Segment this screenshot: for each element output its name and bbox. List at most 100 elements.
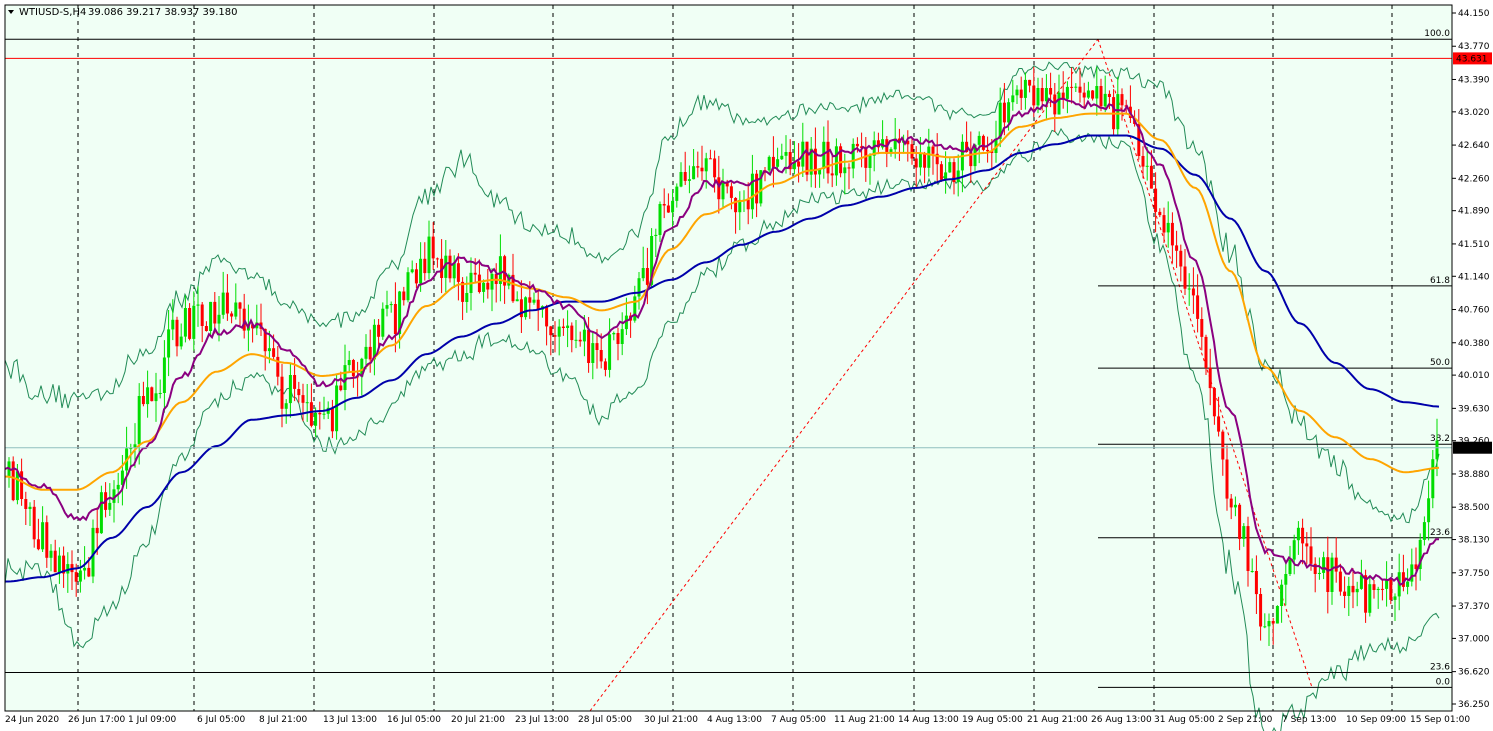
candle-body xyxy=(1019,89,1023,98)
time-tick-label[interactable]: 4 Aug 13:00 xyxy=(707,715,762,725)
price-tick-label[interactable]: 40.760 xyxy=(1458,306,1490,316)
price-tick-label[interactable]: 41.140 xyxy=(1458,272,1490,282)
candle-body xyxy=(524,297,528,318)
candle-body xyxy=(137,396,141,445)
candle-body xyxy=(603,361,607,370)
price-tick-label[interactable]: 39.630 xyxy=(1458,404,1490,414)
time-tick-label[interactable]: 26 Jun 17:00 xyxy=(68,715,125,725)
candle-body xyxy=(351,360,355,377)
candle-body xyxy=(45,522,49,558)
time-tick-label[interactable]: 14 Aug 13:00 xyxy=(898,715,959,725)
candle-body xyxy=(755,173,759,204)
time-tick-label[interactable]: 11 Aug 21:00 xyxy=(834,715,895,725)
candle-body xyxy=(1330,557,1334,592)
time-tick-label[interactable]: 1 Jul 09:00 xyxy=(128,715,177,725)
candle-body xyxy=(729,186,733,198)
candle-body xyxy=(280,376,284,409)
candle-body xyxy=(53,550,57,573)
price-chart[interactable]: 100.061.850.038.223.623.60.0 43.63139.18… xyxy=(0,0,1493,731)
candle-body xyxy=(1007,102,1011,123)
price-tick-label[interactable]: 39.260 xyxy=(1458,437,1490,447)
candle-body xyxy=(1204,336,1208,368)
price-tick-label[interactable]: 36.250 xyxy=(1458,700,1490,710)
time-axis[interactable]: 24 Jun 2020 26 Jun 17:00 1 Jul 09:00 6 Jul … xyxy=(5,715,1470,725)
candle-body xyxy=(1187,288,1191,290)
candle-body xyxy=(532,299,536,303)
time-tick-label[interactable]: 8 Jul 21:00 xyxy=(259,715,308,725)
time-tick-label[interactable]: 2 Sep 21:00 xyxy=(1218,715,1273,725)
candle-body xyxy=(335,385,339,432)
candle-body xyxy=(797,161,801,167)
candle-body xyxy=(1242,526,1246,539)
time-tick-label[interactable]: 24 Jun 2020 xyxy=(5,715,59,725)
price-tick-label[interactable]: 38.880 xyxy=(1458,470,1490,480)
candle-body xyxy=(95,527,99,534)
time-tick-label[interactable]: 21 Aug 21:00 xyxy=(1027,715,1088,725)
price-tick-label[interactable]: 44.150 xyxy=(1458,9,1490,19)
candle-body xyxy=(385,305,389,309)
price-tick-label[interactable]: 40.380 xyxy=(1458,339,1490,349)
time-tick-label[interactable]: 15 Sep 01:00 xyxy=(1410,715,1470,725)
price-tick-label[interactable]: 41.890 xyxy=(1458,207,1490,217)
candle-body xyxy=(314,412,318,426)
candle-body xyxy=(150,387,154,402)
candle-body xyxy=(28,506,32,509)
price-tick-label[interactable]: 41.510 xyxy=(1458,240,1490,250)
candle-body xyxy=(843,167,847,174)
time-tick-label[interactable]: 28 Jul 05:00 xyxy=(578,715,632,725)
time-tick-label[interactable]: 7 Aug 05:00 xyxy=(771,715,826,725)
candle-body xyxy=(158,393,162,394)
time-tick-label[interactable]: 23 Jul 13:00 xyxy=(515,715,569,725)
time-tick-label[interactable]: 20 Jul 21:00 xyxy=(451,715,505,725)
candle-body xyxy=(221,292,225,315)
price-axis[interactable]: 44.150 43.770 43.390 43.020 42.640 42.260 41.8… xyxy=(1452,9,1490,710)
candle-body xyxy=(939,164,943,180)
time-tick-label[interactable]: 31 Aug 05:00 xyxy=(1154,715,1215,725)
price-tick-label[interactable]: 40.010 xyxy=(1458,371,1490,381)
candle-body xyxy=(1368,584,1372,613)
candle-body xyxy=(1225,459,1229,499)
time-tick-label[interactable]: 7 Sep 13:00 xyxy=(1282,715,1337,725)
candle-body xyxy=(1422,522,1426,540)
price-tick-label[interactable]: 37.000 xyxy=(1458,634,1490,644)
candle-body xyxy=(927,146,931,168)
candle-body xyxy=(234,302,238,317)
candle-body xyxy=(851,143,855,169)
time-tick-label[interactable]: 19 Aug 05:00 xyxy=(962,715,1023,725)
time-tick-label[interactable]: 10 Sep 09:00 xyxy=(1346,715,1406,725)
price-tick-label[interactable]: 38.500 xyxy=(1458,503,1490,513)
price-tick-label[interactable]: 42.640 xyxy=(1458,141,1490,151)
candle-body xyxy=(192,305,196,339)
time-tick-label[interactable]: 26 Aug 13:00 xyxy=(1091,715,1152,725)
candle-body xyxy=(225,292,229,314)
candle-body xyxy=(1179,250,1183,267)
candle-body xyxy=(826,141,830,174)
candle-body xyxy=(490,273,494,290)
price-tick-label[interactable]: 43.770 xyxy=(1458,42,1490,52)
price-tick-label[interactable]: 42.260 xyxy=(1458,174,1490,184)
candle-body xyxy=(587,329,591,363)
price-tick-label[interactable]: 36.620 xyxy=(1458,668,1490,678)
candle-body xyxy=(847,167,851,169)
price-tick-label[interactable]: 38.130 xyxy=(1458,536,1490,546)
price-tick-label[interactable]: 37.370 xyxy=(1458,602,1490,612)
time-tick-label[interactable]: 13 Jul 13:00 xyxy=(323,715,377,725)
chart-window[interactable]: 100.0 61.8 50.0 38.2 23.6 23.6 0.0 43.631 39.18… xyxy=(0,0,1493,731)
candle-body xyxy=(427,236,431,274)
candle-body xyxy=(288,375,292,404)
candle-body xyxy=(566,325,570,328)
time-tick-label[interactable]: 30 Jul 21:00 xyxy=(644,715,698,725)
candle-body xyxy=(612,333,616,335)
price-tick-label[interactable]: 43.390 xyxy=(1458,75,1490,85)
time-tick-label[interactable]: 6 Jul 05:00 xyxy=(197,715,246,725)
candle-body xyxy=(141,396,145,405)
candle-body xyxy=(717,177,721,200)
candle-body xyxy=(671,200,675,213)
candle-body xyxy=(276,356,280,377)
time-tick-label[interactable]: 16 Jul 05:00 xyxy=(387,715,441,725)
price-tick-label[interactable]: 37.750 xyxy=(1458,569,1490,579)
candle-body xyxy=(473,272,477,275)
price-tick-label[interactable]: 43.020 xyxy=(1458,108,1490,118)
candle-body xyxy=(293,375,297,389)
candle-body xyxy=(393,304,397,334)
